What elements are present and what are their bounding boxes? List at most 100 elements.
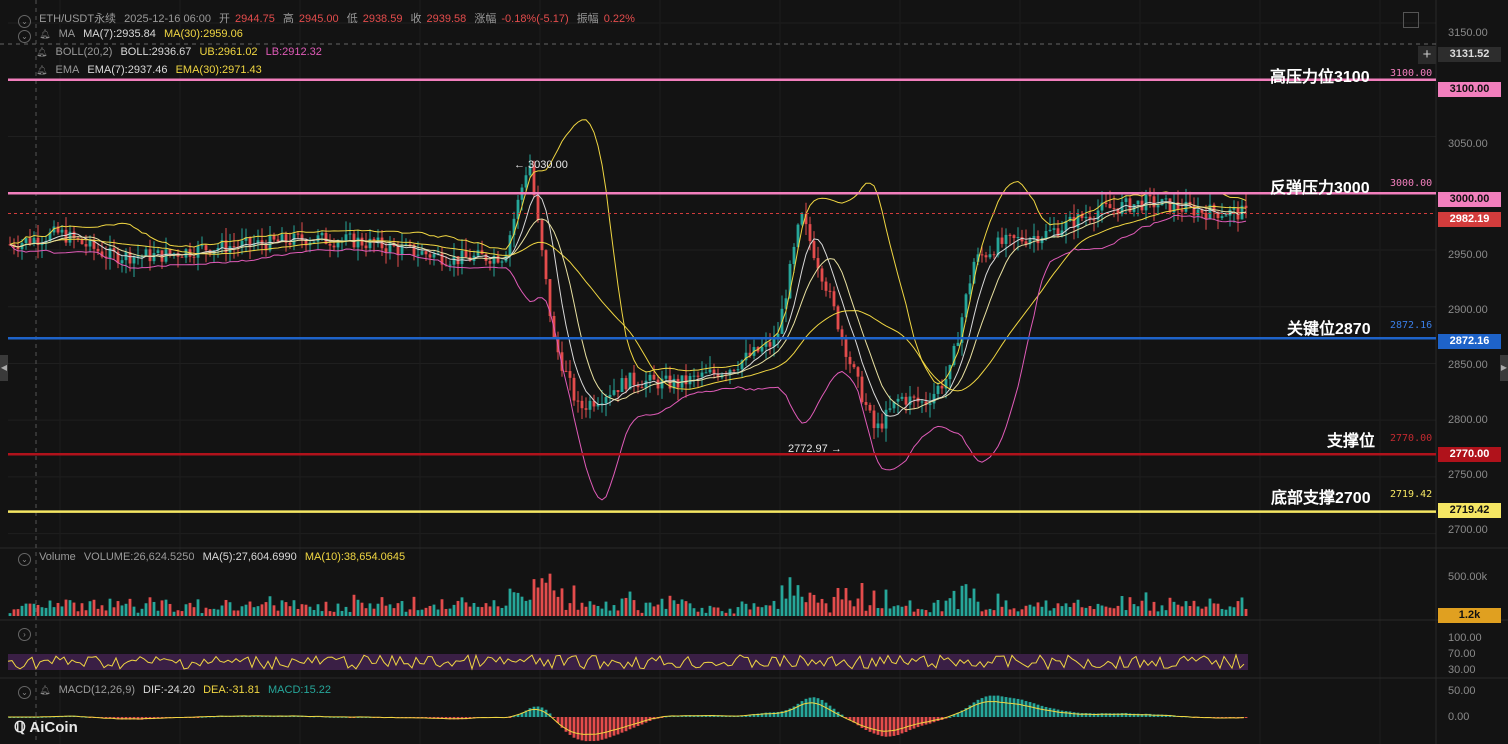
candle-body bbox=[272, 235, 276, 240]
price-chart[interactable] bbox=[0, 0, 1508, 744]
candle-body bbox=[812, 241, 816, 259]
volume-bar bbox=[772, 600, 776, 616]
ema-name[interactable]: EMA bbox=[56, 64, 80, 76]
candle-body bbox=[120, 260, 124, 264]
volume-name[interactable]: Volume bbox=[39, 551, 76, 563]
volume-bar bbox=[312, 610, 316, 616]
add-crosshair-button[interactable]: + bbox=[1418, 46, 1436, 64]
candle-body bbox=[928, 403, 932, 405]
volume-bar bbox=[796, 585, 800, 616]
volume-bar bbox=[1176, 604, 1180, 616]
volume-bar bbox=[44, 607, 48, 616]
volume-bar bbox=[184, 604, 188, 616]
bell-icon[interactable]: 🔔︎ bbox=[36, 65, 47, 75]
chevron-down-icon[interactable]: ⌄ bbox=[18, 553, 31, 566]
axis-tick: 2900.00 bbox=[1448, 304, 1488, 316]
volume-bar bbox=[208, 609, 212, 616]
bell-icon[interactable]: 🔔︎ bbox=[39, 29, 50, 39]
chevron-down-icon[interactable]: ⌄ bbox=[18, 15, 31, 28]
candle-body bbox=[648, 374, 652, 381]
candle-body bbox=[872, 410, 876, 429]
candle-body bbox=[608, 394, 612, 398]
candle-body bbox=[580, 400, 584, 409]
candle-body bbox=[204, 245, 208, 251]
volume-bar bbox=[120, 605, 124, 616]
volume-bar bbox=[696, 611, 700, 616]
volume-bar bbox=[408, 609, 412, 616]
volume-bar bbox=[512, 592, 516, 616]
volume-bar bbox=[160, 600, 164, 616]
volume-bar bbox=[704, 612, 708, 616]
macd-bar bbox=[1072, 712, 1076, 717]
candle-body bbox=[980, 254, 984, 256]
volume-bar bbox=[8, 613, 12, 616]
macd-name[interactable]: MACD(12,26,9) bbox=[59, 684, 135, 696]
volume-bar bbox=[272, 605, 276, 616]
macd-bar bbox=[596, 717, 600, 741]
volume-bar bbox=[644, 602, 648, 616]
volume-bar bbox=[760, 607, 764, 616]
candle-body bbox=[296, 233, 300, 235]
candle-body bbox=[936, 385, 940, 394]
candle-body bbox=[572, 377, 576, 401]
macd-bar bbox=[628, 717, 632, 730]
volume-bar bbox=[460, 597, 464, 616]
logo-icon: ℚ bbox=[14, 719, 30, 736]
volume-bar bbox=[1092, 609, 1096, 616]
volume-bar bbox=[192, 607, 196, 616]
volume-bar bbox=[264, 602, 268, 616]
volume-bar bbox=[824, 603, 828, 616]
volume-bar bbox=[1048, 610, 1052, 616]
chevron-right-icon[interactable]: › bbox=[18, 628, 31, 641]
candle-body bbox=[1012, 235, 1016, 239]
candle-body bbox=[600, 403, 604, 405]
macd-bar bbox=[912, 717, 916, 729]
volume-bar bbox=[436, 609, 440, 616]
volume-bar bbox=[992, 610, 996, 616]
macd-bar bbox=[1052, 708, 1056, 717]
chevron-down-icon[interactable]: ⌄ bbox=[18, 30, 31, 43]
macd-bar bbox=[828, 705, 832, 717]
macd-bar bbox=[1004, 697, 1008, 717]
scroll-left-arrow[interactable]: ◀ bbox=[0, 355, 8, 381]
macd-panel bbox=[8, 695, 1248, 742]
fullscreen-icon[interactable] bbox=[1403, 12, 1419, 28]
candle-body bbox=[300, 234, 304, 241]
candle-body bbox=[984, 255, 988, 258]
boll-name[interactable]: BOLL(20,2) bbox=[56, 46, 113, 58]
volume-bar bbox=[1080, 607, 1084, 616]
macd-bar bbox=[600, 717, 604, 740]
bell-icon[interactable]: 🔔︎ bbox=[36, 47, 47, 57]
volume-bar bbox=[1228, 606, 1232, 616]
candle-body bbox=[160, 250, 164, 262]
macd-bar bbox=[540, 707, 544, 717]
bell-icon[interactable]: 🔔︎ bbox=[39, 685, 50, 695]
candle-body bbox=[732, 369, 736, 371]
macd-bar bbox=[1032, 703, 1036, 717]
symbol-label[interactable]: ETH/USDT永续 bbox=[39, 13, 116, 25]
macd-bar bbox=[768, 712, 772, 717]
chevron-down-icon[interactable]: ⌄ bbox=[18, 686, 31, 699]
candle-body bbox=[640, 387, 644, 389]
volume-bar bbox=[1016, 611, 1020, 616]
volume-bar bbox=[1120, 596, 1124, 616]
volume-bar bbox=[1084, 607, 1088, 616]
ema30-value: EMA(30):2971.43 bbox=[175, 64, 262, 76]
macd-bar bbox=[916, 717, 920, 728]
volume-bar bbox=[496, 606, 500, 616]
volume-bar bbox=[280, 600, 284, 616]
price-tag-2870: 2872.16 bbox=[1438, 334, 1501, 349]
volume-bar bbox=[836, 587, 840, 616]
volume-bar bbox=[432, 604, 436, 616]
axis-tick: 0.00 bbox=[1448, 711, 1470, 723]
volume-bar bbox=[600, 608, 604, 616]
volume-bar bbox=[1156, 611, 1160, 616]
volume-bar bbox=[104, 610, 108, 616]
candle-body bbox=[888, 408, 892, 410]
volume-bar bbox=[1108, 607, 1112, 616]
candle-body bbox=[876, 423, 880, 429]
ma-name[interactable]: MA bbox=[59, 28, 76, 40]
scroll-right-arrow[interactable]: ▶ bbox=[1500, 355, 1508, 381]
volume-bar bbox=[632, 600, 636, 616]
candle-body bbox=[276, 239, 280, 242]
